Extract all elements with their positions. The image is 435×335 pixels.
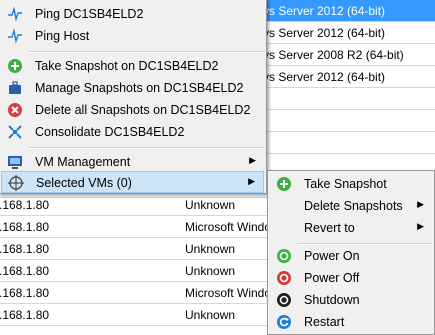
power-on-icon — [277, 249, 291, 263]
menu-item-selected-vms[interactable]: Selected VMs (0) ▶ — [1, 171, 264, 193]
power-off-icon — [277, 271, 291, 285]
restart-icon — [277, 315, 291, 329]
menu-item-label: Take Snapshot — [304, 177, 387, 191]
menu-item-take-snapshot-vm[interactable]: Take Snapshot on DC1SB4ELD2 — [1, 55, 264, 77]
os-cell: Microsoft Window — [185, 286, 280, 300]
menu-item-vm-management[interactable]: VM Management ▶ — [1, 151, 264, 173]
menu-item-label: Power Off — [304, 271, 360, 285]
os-cell: vs Server 2012 (64-bit) — [263, 4, 386, 18]
os-cell: Unknown — [185, 308, 236, 322]
monitor-icon — [8, 156, 22, 169]
os-cell: Unknown — [185, 264, 236, 278]
ip-cell: .168.1.80 — [0, 220, 50, 234]
delete-icon — [8, 103, 22, 117]
add-icon — [277, 177, 291, 191]
menu-separator — [29, 51, 264, 53]
menu-separator — [29, 147, 264, 149]
submenu-arrow-icon: ▶ — [248, 176, 255, 186]
menu-item-label: Delete Snapshots — [304, 199, 403, 213]
pulse-icon — [8, 28, 22, 44]
submenu-item-revert-to[interactable]: Revert to ▶ — [270, 217, 432, 239]
submenu-item-delete-snapshots[interactable]: Delete Snapshots ▶ — [270, 195, 432, 217]
os-cell: Unknown — [185, 242, 236, 256]
os-cell: vs Server 2012 (64-bit) — [263, 70, 386, 84]
submenu-item-shutdown[interactable]: Shutdown — [270, 289, 432, 311]
submenu-arrow-icon: ▶ — [417, 221, 424, 231]
menu-item-label: Manage Snapshots on DC1SB4ELD2 — [35, 81, 244, 95]
shutdown-icon — [277, 293, 291, 307]
ip-cell: .168.1.80 — [0, 308, 50, 322]
menu-item-manage-snapshots[interactable]: Manage Snapshots on DC1SB4ELD2 — [1, 77, 264, 99]
submenu-item-take-snapshot[interactable]: Take Snapshot — [270, 173, 432, 195]
submenu-arrow-icon: ▶ — [417, 199, 424, 209]
target-icon — [8, 175, 24, 191]
submenu: Take Snapshot Delete Snapshots ▶ Revert … — [267, 170, 435, 335]
ip-cell: .168.1.80 — [0, 242, 50, 256]
menu-item-label: Ping DC1SB4ELD2 — [35, 7, 144, 21]
menu-item-label: Power On — [304, 249, 360, 263]
submenu-arrow-icon: ▶ — [249, 155, 256, 165]
add-icon — [8, 59, 22, 73]
menu-item-label: Restart — [304, 315, 345, 329]
menu-item-label: Selected VMs (0) — [36, 176, 132, 190]
menu-item-label: Shutdown — [304, 293, 360, 307]
submenu-item-restart[interactable]: Restart — [270, 311, 432, 333]
menu-item-label: Consolidate DC1SB4ELD2 — [35, 125, 185, 139]
submenu-item-power-on[interactable]: Power On — [270, 245, 432, 267]
ip-cell: .168.1.80 — [0, 286, 50, 300]
ip-cell: .168.1.80 — [0, 264, 50, 278]
menu-item-ping-vm[interactable]: Ping DC1SB4ELD2 — [1, 3, 264, 25]
os-cell: Microsoft Window — [185, 220, 280, 234]
pulse-icon — [8, 6, 22, 22]
menu-item-label: Ping Host — [35, 29, 90, 43]
menu-item-label: Delete all Snapshots on DC1SB4ELD2 — [35, 103, 251, 117]
consolidate-icon — [8, 125, 22, 139]
menu-item-ping-host[interactable]: Ping Host — [1, 25, 264, 47]
os-cell: vs Server 2008 R2 (64-bit) — [263, 48, 404, 62]
menu-item-consolidate[interactable]: Consolidate DC1SB4ELD2 — [1, 121, 264, 143]
os-cell: Unknown — [185, 198, 236, 212]
menu-item-delete-all-snapshots[interactable]: Delete all Snapshots on DC1SB4ELD2 — [1, 99, 264, 121]
menu-item-label: VM Management — [35, 155, 131, 169]
submenu-item-power-off[interactable]: Power Off — [270, 267, 432, 289]
os-cell: vs Server 2012 (64-bit) — [263, 26, 386, 40]
ip-cell: .168.1.80 — [0, 198, 50, 212]
context-menu: Ping DC1SB4ELD2 Ping Host Take Snapshot … — [0, 0, 267, 194]
briefcase-icon — [9, 81, 21, 94]
menu-item-label: Take Snapshot on DC1SB4ELD2 — [35, 59, 219, 73]
menu-item-label: Revert to — [304, 221, 355, 235]
